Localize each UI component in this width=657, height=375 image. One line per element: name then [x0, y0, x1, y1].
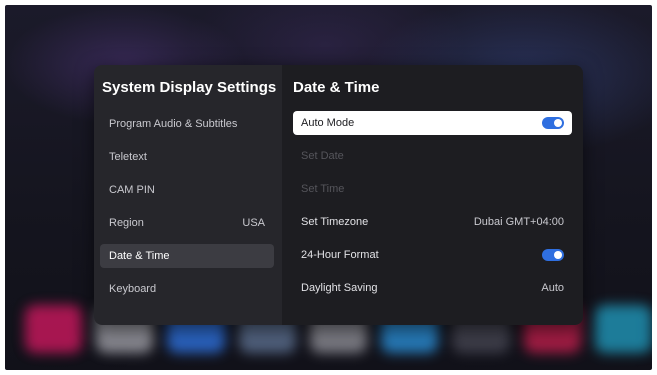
row-label: Set Timezone: [301, 216, 369, 228]
sidebar-item-label: Region: [109, 217, 144, 229]
24-hour-format-row[interactable]: 24-Hour Format: [293, 243, 572, 267]
daylight-saving-row[interactable]: Daylight Saving Auto: [293, 276, 572, 300]
row-label: 24-Hour Format: [301, 249, 379, 261]
settings-panel: System Display Settings Program Audio & …: [94, 65, 583, 325]
row-label: Set Time: [301, 183, 345, 195]
timezone-value: Dubai GMT+04:00: [473, 216, 564, 228]
sidebar-item-label: Date & Time: [109, 250, 170, 262]
background-tile: [25, 305, 83, 353]
set-timezone-row[interactable]: Set Timezone Dubai GMT+04:00: [293, 210, 572, 234]
row-label: Daylight Saving: [301, 282, 378, 294]
sidebar-item-teletext[interactable]: Teletext: [100, 145, 274, 169]
sidebar-item-label: Teletext: [109, 151, 147, 163]
sidebar-item-label: CAM PIN: [109, 184, 155, 196]
sidebar-item-date-time[interactable]: Date & Time: [100, 244, 274, 268]
sidebar-item-label: Program Audio & Subtitles: [109, 118, 238, 130]
sidebar-title: System Display Settings: [102, 79, 277, 96]
daylight-saving-value: Auto: [541, 282, 564, 294]
settings-content: Date & Time Auto Mode Set Date Set Time …: [282, 65, 583, 325]
auto-mode-toggle[interactable]: [542, 117, 564, 129]
sidebar-item-program-audio-subtitles[interactable]: Program Audio & Subtitles: [100, 112, 274, 136]
tv-screen: System Display Settings Program Audio & …: [5, 5, 652, 370]
sidebar-item-value: USA: [242, 217, 265, 229]
background-tile: [594, 305, 652, 353]
sidebar-item-region[interactable]: Region USA: [100, 211, 274, 235]
row-label: Set Date: [301, 150, 344, 162]
sidebar-item-cam-pin[interactable]: CAM PIN: [100, 178, 274, 202]
sidebar-item-keyboard[interactable]: Keyboard: [100, 277, 274, 301]
set-date-row: Set Date: [293, 144, 572, 168]
sidebar-item-label: Keyboard: [109, 283, 157, 295]
settings-sidebar: System Display Settings Program Audio & …: [94, 65, 282, 325]
page-title: Date & Time: [293, 79, 380, 96]
row-label: Auto Mode: [301, 117, 355, 129]
auto-mode-row[interactable]: Auto Mode: [293, 111, 572, 135]
set-time-row: Set Time: [293, 177, 572, 201]
24-hour-format-toggle[interactable]: [542, 249, 564, 261]
